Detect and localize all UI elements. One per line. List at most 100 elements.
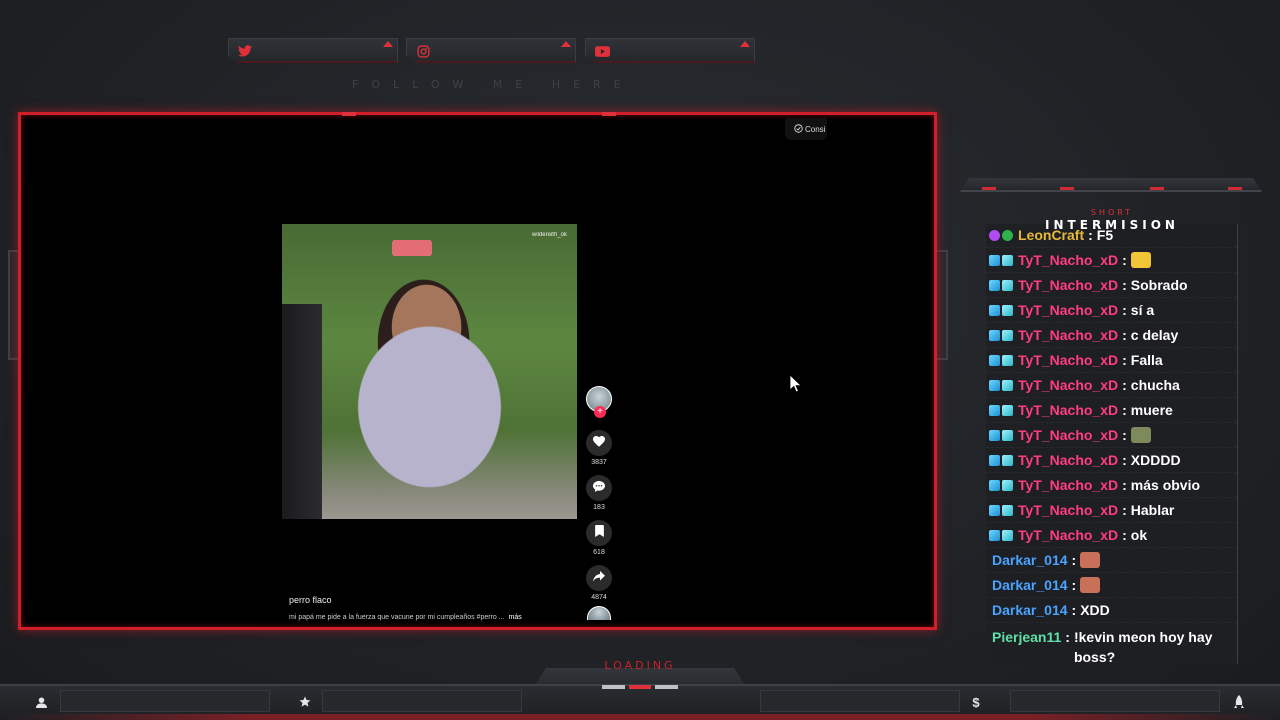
video-content[interactable]: wildereith_ok: [282, 224, 577, 519]
check-circle-icon: [794, 123, 803, 135]
heart-icon: [593, 434, 605, 452]
chat-message: TyT_Nacho_xD: chucha: [986, 373, 1237, 398]
sub-badge-icon: [1002, 479, 1013, 491]
share-count: 4874: [591, 594, 607, 601]
chat-emote-icon: [1130, 252, 1151, 268]
sub-badge-icon: [1002, 254, 1013, 266]
sub-badge-icon: [1002, 429, 1013, 441]
chat-username[interactable]: Darkar_014: [992, 577, 1068, 593]
chat-separator: :: [1122, 452, 1127, 468]
user-icon[interactable]: [33, 694, 49, 710]
mouse-cursor-icon: [789, 374, 802, 398]
bottom-segment: [322, 690, 522, 712]
chat-message: Darkar_014: XDD: [986, 598, 1237, 623]
music-disc-avatar[interactable]: [587, 606, 611, 620]
video-watermark: wildereith_ok: [531, 232, 567, 238]
share-button[interactable]: [586, 565, 612, 591]
chat-message: TyT_Nacho_xD: c delay: [986, 323, 1237, 348]
like-button[interactable]: [586, 430, 612, 456]
chat-message: TyT_Nacho_xD:: [986, 248, 1237, 273]
chat-separator: :: [1122, 277, 1127, 293]
video-title: perro flaco: [289, 595, 332, 605]
more-link[interactable]: más: [509, 614, 522, 621]
sub-badge-icon: [1002, 504, 1013, 516]
chat-username[interactable]: Darkar_014: [992, 552, 1068, 568]
video-description-row: mi papá me pide a la fuerza que vacune p…: [289, 614, 522, 621]
social-slot-youtube[interactable]: [585, 38, 755, 63]
twitter-icon: [237, 43, 253, 59]
chat-emote-icon: [1130, 427, 1151, 443]
chat-username[interactable]: TyT_Nacho_xD: [1018, 427, 1118, 443]
chat-message: TyT_Nacho_xD: ok: [986, 523, 1237, 548]
bottom-segment: [1010, 690, 1220, 712]
chat-separator: :: [1122, 377, 1127, 393]
video-hair-bow: [392, 240, 432, 256]
social-slot-twitter[interactable]: [228, 38, 398, 63]
follow-me-label: FOLLOW ME HERE: [352, 78, 634, 91]
top-overlay-button[interactable]: Consi: [785, 118, 827, 140]
chat-username[interactable]: TyT_Nacho_xD: [1018, 452, 1118, 468]
cube-badge-icon: [989, 354, 1000, 366]
chat-username[interactable]: Pierjean11: [992, 627, 1061, 647]
loading-label: LOADING: [604, 659, 676, 672]
frame-notch: [602, 112, 616, 116]
dollar-icon[interactable]: $: [968, 694, 984, 710]
chat-separator: :: [1071, 602, 1077, 618]
youtube-icon: [594, 43, 610, 59]
save-button[interactable]: [586, 520, 612, 546]
chat-username[interactable]: TyT_Nacho_xD: [1018, 477, 1118, 493]
cube-badge-icon: [989, 529, 1000, 541]
top-overlay-label: Consi: [805, 124, 826, 134]
chat-username[interactable]: TyT_Nacho_xD: [1018, 302, 1118, 318]
cube-badge-icon: [989, 279, 1000, 291]
chat-message: TyT_Nacho_xD: XDDDD: [986, 448, 1237, 473]
chat-separator: :: [1122, 427, 1127, 443]
sub-badge-icon: [1002, 354, 1013, 366]
slot-indicator: [383, 41, 393, 47]
save-count: 618: [593, 549, 605, 556]
chat-username[interactable]: Darkar_014: [992, 602, 1068, 618]
chat-text: XDD: [1080, 602, 1110, 618]
sub-badge-icon: [1002, 454, 1013, 466]
video-person: [282, 304, 322, 519]
hub-progress: [602, 685, 679, 689]
chat-message: Darkar_014:: [986, 548, 1237, 573]
chat-username[interactable]: TyT_Nacho_xD: [1018, 402, 1118, 418]
instagram-icon: [415, 43, 431, 59]
chat-text: ok: [1130, 527, 1148, 543]
chat-username[interactable]: TyT_Nacho_xD: [1018, 252, 1118, 268]
chat-text: XDDDD: [1130, 452, 1181, 468]
chat-message: TyT_Nacho_xD: Sobrado: [986, 273, 1237, 298]
chat-separator: :: [1122, 502, 1127, 518]
sub-badge-icon: [1002, 304, 1013, 316]
decor-accent: [1150, 187, 1164, 190]
chat-username[interactable]: TyT_Nacho_xD: [1018, 327, 1118, 343]
comment-button[interactable]: [586, 475, 612, 501]
chat-separator: :: [1122, 327, 1127, 343]
chat-username[interactable]: TyT_Nacho_xD: [1018, 352, 1118, 368]
star-icon[interactable]: [297, 694, 313, 710]
cube-badge-icon: [989, 254, 1000, 266]
social-slot-instagram[interactable]: [406, 38, 576, 63]
chat-username[interactable]: TyT_Nacho_xD: [1018, 277, 1118, 293]
video-actions: + 3837 183 618 4874: [584, 386, 614, 620]
chat-username[interactable]: TyT_Nacho_xD: [1018, 502, 1118, 518]
frame-notch: [342, 112, 356, 116]
chat-header: SHORT INTERMISION: [988, 208, 1236, 238]
bookmark-icon: [594, 524, 604, 542]
chat-text: !kevin meon hoy hay boss?: [1073, 629, 1213, 664]
cube-badge-icon: [989, 329, 1000, 341]
chat-panel[interactable]: LeonCraft: F5 TyT_Nacho_xD: TyT_Nacho_xD: So…: [986, 224, 1238, 664]
rocket-icon[interactable]: [1231, 694, 1247, 710]
comment-icon: [593, 479, 605, 497]
chat-message: TyT_Nacho_xD: muere: [986, 398, 1237, 423]
bottom-glow: [0, 714, 1280, 720]
chat-top-decoration: [960, 178, 1262, 192]
chat-username[interactable]: TyT_Nacho_xD: [1018, 377, 1118, 393]
comment-count: 183: [593, 504, 605, 511]
chat-header-sub: SHORT: [1090, 208, 1134, 217]
creator-avatar[interactable]: +: [586, 386, 612, 418]
follow-plus-icon[interactable]: +: [594, 406, 606, 418]
chat-username[interactable]: TyT_Nacho_xD: [1018, 527, 1118, 543]
chat-message: TyT_Nacho_xD: Falla: [986, 348, 1237, 373]
